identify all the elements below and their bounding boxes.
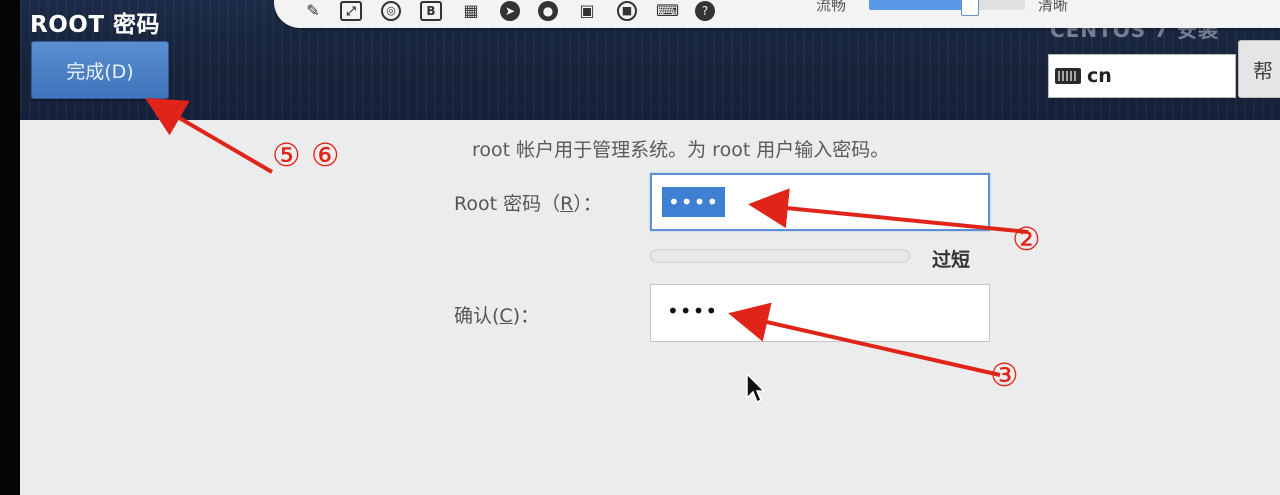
help-icon[interactable]: ? [695,1,715,21]
quality-slider-fill [869,0,969,10]
b-icon[interactable]: B [420,1,442,21]
password-strength-bar [650,249,910,263]
help-button-label: 帮 [1253,59,1273,83]
quality-slider[interactable] [869,0,1025,16]
disc-icon[interactable]: ◎ [381,1,401,21]
root-password-field[interactable]: •••• [650,173,990,231]
confirm-password-field[interactable]: •••• [650,284,990,342]
mouse-cursor-icon [746,372,765,404]
quality-low-label: 流畅 [816,0,847,14]
keyboard-layout-label: cn [1087,65,1112,87]
floppy-icon[interactable]: ▣ [576,1,598,21]
quality-high-label: 清晰 [1038,0,1069,14]
root-password-label-pre: Root 密码（ [454,193,561,215]
installer-screen: ROOT 密码 完成(D) CENTOS 7 安装 cn 帮 ✎ ⤢ ◎ B ▦… [20,0,1280,495]
pin-icon[interactable]: ✎ [302,1,324,21]
confirm-label-pre: 确认( [454,305,500,327]
send-icon[interactable]: ➤ [500,1,520,21]
root-password-value: •••• [662,187,726,217]
confirm-label-post: )： [512,305,540,327]
annotation-step-confirm: ③ [990,356,1019,394]
quality-slider-handle[interactable] [960,0,979,16]
cd-icon[interactable]: ● [538,1,558,21]
page-title: ROOT 密码 [30,12,161,38]
record-icon[interactable]: ■ [617,1,637,21]
annotation-step-done: ⑤ ⑥ [272,136,340,174]
root-password-mnemonic: R [560,193,574,215]
done-button-label: 完成(D) [66,60,134,83]
root-password-label: Root 密码（R）： [454,189,602,216]
confirm-password-label: 确认(C)： [454,301,539,328]
done-button[interactable]: 完成(D) [31,41,169,99]
annotation-step-password: ② [1012,220,1041,258]
help-button[interactable]: 帮 [1238,40,1280,98]
keyboard-icon [1055,68,1081,84]
root-description: root 帐户用于管理系统。为 root 用户输入密码。 [472,139,890,161]
password-strength-label: 过短 [932,249,971,271]
keyboard-icon-toolbar[interactable]: ⌨ [656,1,679,21]
vm-remote-toolbar: ✎ ⤢ ◎ B ▦ ➤ ● ▣ ■ ⌨ ? 流畅 清晰 [274,0,1280,28]
confirm-password-value: •••• [667,299,719,323]
confirm-mnemonic: C [499,305,513,327]
keyboard-layout-indicator[interactable]: cn [1048,54,1236,98]
fullscreen-icon[interactable]: ⤢ [340,1,362,21]
left-black-border [0,0,20,495]
root-password-label-post: ）： [573,193,602,215]
grid-icon[interactable]: ▦ [460,1,482,21]
